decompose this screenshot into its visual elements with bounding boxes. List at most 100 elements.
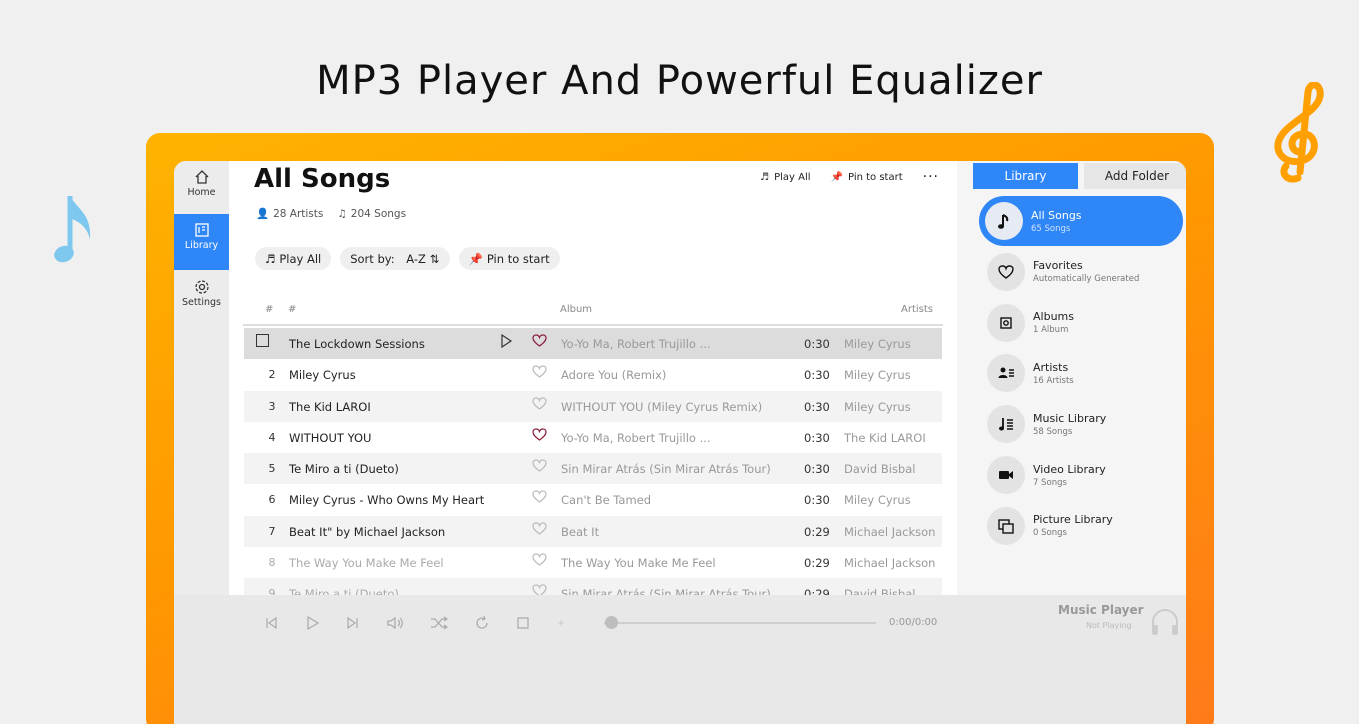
col-artists[interactable]: Artists <box>901 304 933 315</box>
col-album[interactable]: Album <box>560 304 592 315</box>
table-row[interactable]: 5 Te Miro a ti (Dueto) Sin Mirar Atrás (Si… <box>244 453 942 485</box>
home-icon <box>195 170 208 184</box>
library-tabs: Library Add Folder <box>973 163 1186 189</box>
gear-icon <box>194 280 209 294</box>
table-row[interactable]: The Lockdown Sessions Yo-Yo Ma, Robert Tr… <box>244 328 942 360</box>
table-row[interactable]: 4 WITHOUT YOU Yo-Yo Ma, Robert Trujillo ..… <box>244 422 942 453</box>
table-row[interactable]: 3 The Kid LAROI WITHOUT YOU (Miley Cyrus R… <box>244 390 942 422</box>
artists-count: 28 Artists <box>273 207 324 220</box>
library-item-count: 0 Songs <box>1033 528 1067 539</box>
table-row[interactable]: 8 The Way You Make Me Feel The Way You Mak… <box>244 547 942 578</box>
library-item-count: 65 Songs <box>1031 223 1071 234</box>
library-item-favorites[interactable]: Favorites Automatically Generated <box>981 247 1185 297</box>
sort-value: A-Z <box>406 251 426 266</box>
library-item-name: All Songs <box>1031 208 1082 222</box>
track-artist: Miley Cyrus <box>844 399 911 414</box>
pin-to-start-button[interactable]: 📌 Pin to start <box>831 172 903 183</box>
track-artist: David Bisbal <box>844 462 916 477</box>
track-artist: Miley Cyrus <box>844 493 911 508</box>
track-title: Te Miro a ti (Dueto) <box>289 587 399 595</box>
table-row[interactable]: 7 Beat It" by Michael Jackson Beat It 0:29 M… <box>244 515 942 548</box>
track-artist: The Kid LAROI <box>844 430 926 445</box>
library-item-video-library[interactable]: Video Library 7 Songs <box>981 450 1185 500</box>
library-item-albums[interactable]: Albums 1 Album <box>981 298 1185 348</box>
track-title: The Lockdown Sessions <box>289 337 425 351</box>
table-row[interactable]: 9 Te Miro a ti (Dueto) Sin Mirar Atrás (Si… <box>244 578 942 595</box>
pin-chip[interactable]: 📌 Pin to start <box>458 247 560 270</box>
volume-icon[interactable] <box>386 616 404 630</box>
more-button[interactable]: ··· <box>923 169 939 185</box>
library-item-name: Artists <box>1033 360 1069 374</box>
main-panel: All Songs ♬ Play All 📌 Pin to start ··· … <box>229 161 957 595</box>
track-album: Sin Mirar Atrás (Sin Mirar Atrás Tour) <box>561 587 771 595</box>
nav-item-library[interactable]: Library <box>174 214 229 270</box>
select-checkbox[interactable] <box>256 334 269 347</box>
heart-icon[interactable] <box>532 553 547 566</box>
table-row[interactable]: 2 Miley Cyrus Adore You (Remix) 0:30 Miley … <box>244 359 942 390</box>
pin-icon: 📌 <box>830 171 844 183</box>
track-title: Te Miro a ti (Dueto) <box>289 462 399 477</box>
play-all-chip-label: Play All <box>279 251 322 266</box>
track-duration: 0:29 <box>804 556 830 571</box>
sort-chip[interactable]: Sort by: A-Z ⇅ <box>340 247 450 270</box>
library-item-picture-library[interactable]: Picture Library 0 Songs <box>981 501 1185 551</box>
songs-count: 204 Songs <box>350 207 407 220</box>
player-bar: 0:00/0:00 Music Player Not Playing <box>174 595 1186 724</box>
track-album: Can't Be Tamed <box>561 493 652 508</box>
play-all-chip[interactable]: ♬ Play All <box>255 247 332 270</box>
treble-clef-icon <box>1274 82 1324 183</box>
repeat-icon[interactable] <box>474 615 490 631</box>
heart-icon[interactable] <box>532 396 547 410</box>
play-all-button[interactable]: ♬ Play All <box>760 172 810 183</box>
track-artist: Miley Cyrus <box>844 337 911 351</box>
table-row[interactable]: 6 Miley Cyrus - Who Owns My Heart Can't Be… <box>244 484 942 515</box>
stop-icon[interactable] <box>516 616 530 630</box>
next-icon[interactable] <box>346 616 360 630</box>
track-title: The Way You Make Me Feel <box>289 556 444 571</box>
seek-bar[interactable] <box>604 622 876 624</box>
seek-knob[interactable] <box>605 616 618 629</box>
toolbar-chips: ♬ Play All Sort by: A-Z ⇅ 📌 Pin to start <box>255 247 560 270</box>
library-item-all-songs[interactable]: All Songs 65 Songs <box>979 196 1183 246</box>
track-number: 3 <box>268 399 276 413</box>
song-list: The Lockdown Sessions Yo-Yo Ma, Robert Tr… <box>244 328 942 595</box>
track-number: 5 <box>268 462 276 476</box>
nav-item-home[interactable]: Home <box>174 161 229 217</box>
library-item-artists[interactable]: Artists 16 Artists <box>981 348 1185 398</box>
library-stats: 👤 28 Artists ♫ 204 Songs <box>256 207 407 221</box>
nav-item-settings[interactable]: Settings <box>174 271 229 327</box>
shuffle-icon[interactable] <box>430 616 448 630</box>
track-album: Sin Mirar Atrás (Sin Mirar Atrás Tour) <box>561 462 771 477</box>
track-duration: 0:29 <box>804 524 830 539</box>
tab-library[interactable]: Library <box>973 163 1078 189</box>
track-title: The Kid LAROI <box>289 399 371 414</box>
heart-icon[interactable] <box>532 365 547 379</box>
track-artist: Michael Jackson <box>844 556 936 571</box>
track-number: 2 <box>268 368 276 382</box>
library-item-music-library[interactable]: Music Library 58 Songs <box>981 399 1185 449</box>
previous-icon[interactable] <box>264 616 278 630</box>
heart-icon[interactable] <box>532 490 547 504</box>
heart-icon[interactable] <box>532 522 547 535</box>
picture-icon <box>987 506 1025 545</box>
sort-label: Sort by: <box>350 251 395 266</box>
play-icon[interactable] <box>304 615 320 631</box>
table-header: # # Album Artists <box>243 301 943 326</box>
track-album: The Way You Make Me Feel <box>561 556 716 571</box>
music-note-icon <box>985 202 1023 240</box>
tab-add-folder[interactable]: Add Folder <box>1084 163 1186 189</box>
library-icon <box>194 223 209 237</box>
heart-icon[interactable] <box>532 584 547 595</box>
track-title: Beat It" by Michael Jackson <box>289 524 446 539</box>
play-icon[interactable] <box>500 334 512 348</box>
heart-icon[interactable] <box>532 428 547 441</box>
library-item-count: 16 Artists <box>1033 375 1074 386</box>
heart-icon[interactable] <box>532 334 547 347</box>
library-item-count: 7 Songs <box>1033 477 1067 488</box>
speed-icon[interactable] <box>556 618 566 628</box>
track-album: Adore You (Remix) <box>561 368 667 383</box>
library-item-name: Favorites <box>1033 259 1083 273</box>
music-library-icon <box>987 405 1025 444</box>
heart-icon[interactable] <box>532 459 547 472</box>
col-num: # <box>265 304 274 315</box>
